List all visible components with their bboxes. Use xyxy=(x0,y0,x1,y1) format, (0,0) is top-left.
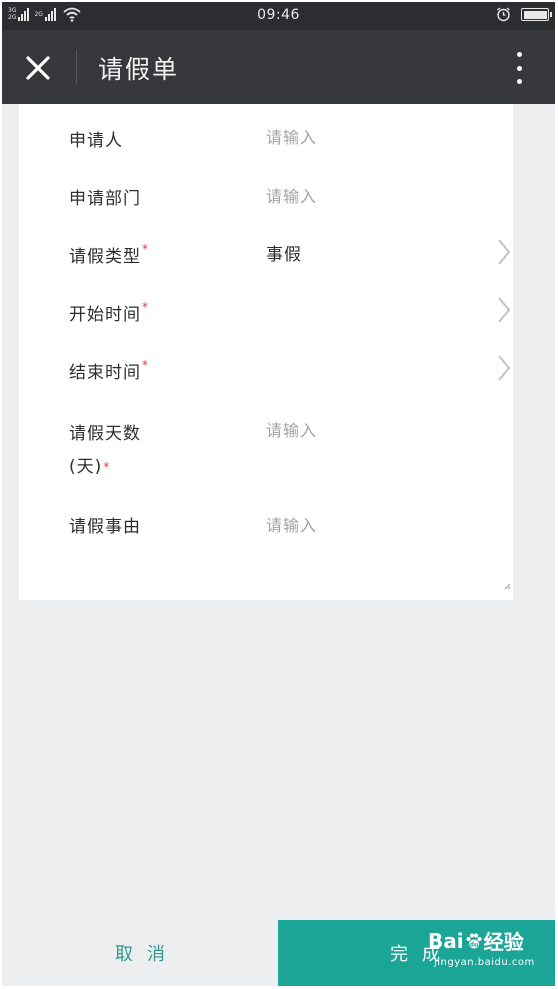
clock: 09:46 xyxy=(257,7,300,23)
applicant-label: 申请人 xyxy=(69,131,123,151)
start-time-label: 开始时间* xyxy=(69,300,149,325)
baidu-jingyan-watermark: Bai du 经验 jingyan.baidu.com xyxy=(428,926,535,969)
resize-handle-icon[interactable] xyxy=(503,582,511,590)
done-button[interactable]: 完成 Bai du 经验 jingyan.baidu.com xyxy=(278,920,555,986)
required-mark: * xyxy=(142,300,149,314)
svg-text:du: du xyxy=(469,941,478,948)
alarm-icon xyxy=(497,7,510,22)
leave-type-select[interactable]: 事假 xyxy=(266,240,302,265)
chevron-right-icon[interactable] xyxy=(497,354,511,382)
end-time-label: 结束时间* xyxy=(69,358,149,383)
more-options-button[interactable] xyxy=(503,50,535,86)
department-input[interactable]: 请输入 xyxy=(266,183,317,207)
required-mark: * xyxy=(142,242,149,256)
status-bar: 3G 2G 2G 09:46 xyxy=(2,2,555,30)
watermark-url: jingyan.baidu.com xyxy=(434,957,535,968)
phone-screen: 3G 2G 2G 09:46 请假单 申请人 请输入 申请部门 请输入 请假类型… xyxy=(2,2,555,986)
leave-days-label: 请假天数 (天)* xyxy=(69,424,141,477)
chevron-right-icon[interactable] xyxy=(497,296,511,324)
more-dot xyxy=(516,79,522,84)
watermark-brand-right: 经验 xyxy=(483,930,524,954)
more-dot xyxy=(516,65,522,71)
status-right xyxy=(496,7,552,22)
app-bar: 请假单 xyxy=(2,30,555,104)
app-bar-divider xyxy=(76,50,77,84)
department-label: 申请部门 xyxy=(69,189,141,209)
battery-icon xyxy=(521,8,552,21)
close-icon xyxy=(26,56,50,80)
leave-reason-label: 请假事由 xyxy=(69,517,141,537)
close-button[interactable] xyxy=(20,50,56,86)
leave-days-input[interactable]: 请输入 xyxy=(266,417,317,441)
required-mark: * xyxy=(103,460,111,474)
bottom-action-bar: 取消 完成 Bai du 经验 jingyan.baidu.com xyxy=(2,920,555,986)
required-mark: * xyxy=(142,358,149,372)
cancel-button[interactable]: 取消 xyxy=(2,920,278,986)
page-title: 请假单 xyxy=(98,55,180,84)
leave-type-label: 请假类型* xyxy=(69,242,149,267)
applicant-input[interactable]: 请输入 xyxy=(266,124,317,148)
paw-icon: du xyxy=(466,933,482,948)
watermark-brand-left: Bai xyxy=(428,928,464,953)
more-dot xyxy=(516,52,522,57)
leave-reason-textarea[interactable]: 请输入 xyxy=(266,512,317,536)
chevron-right-icon[interactable] xyxy=(497,238,511,266)
leave-form: 申请人 请输入 申请部门 请输入 请假类型* 事假 开始时间* 结束时间* 请假… xyxy=(19,104,513,600)
